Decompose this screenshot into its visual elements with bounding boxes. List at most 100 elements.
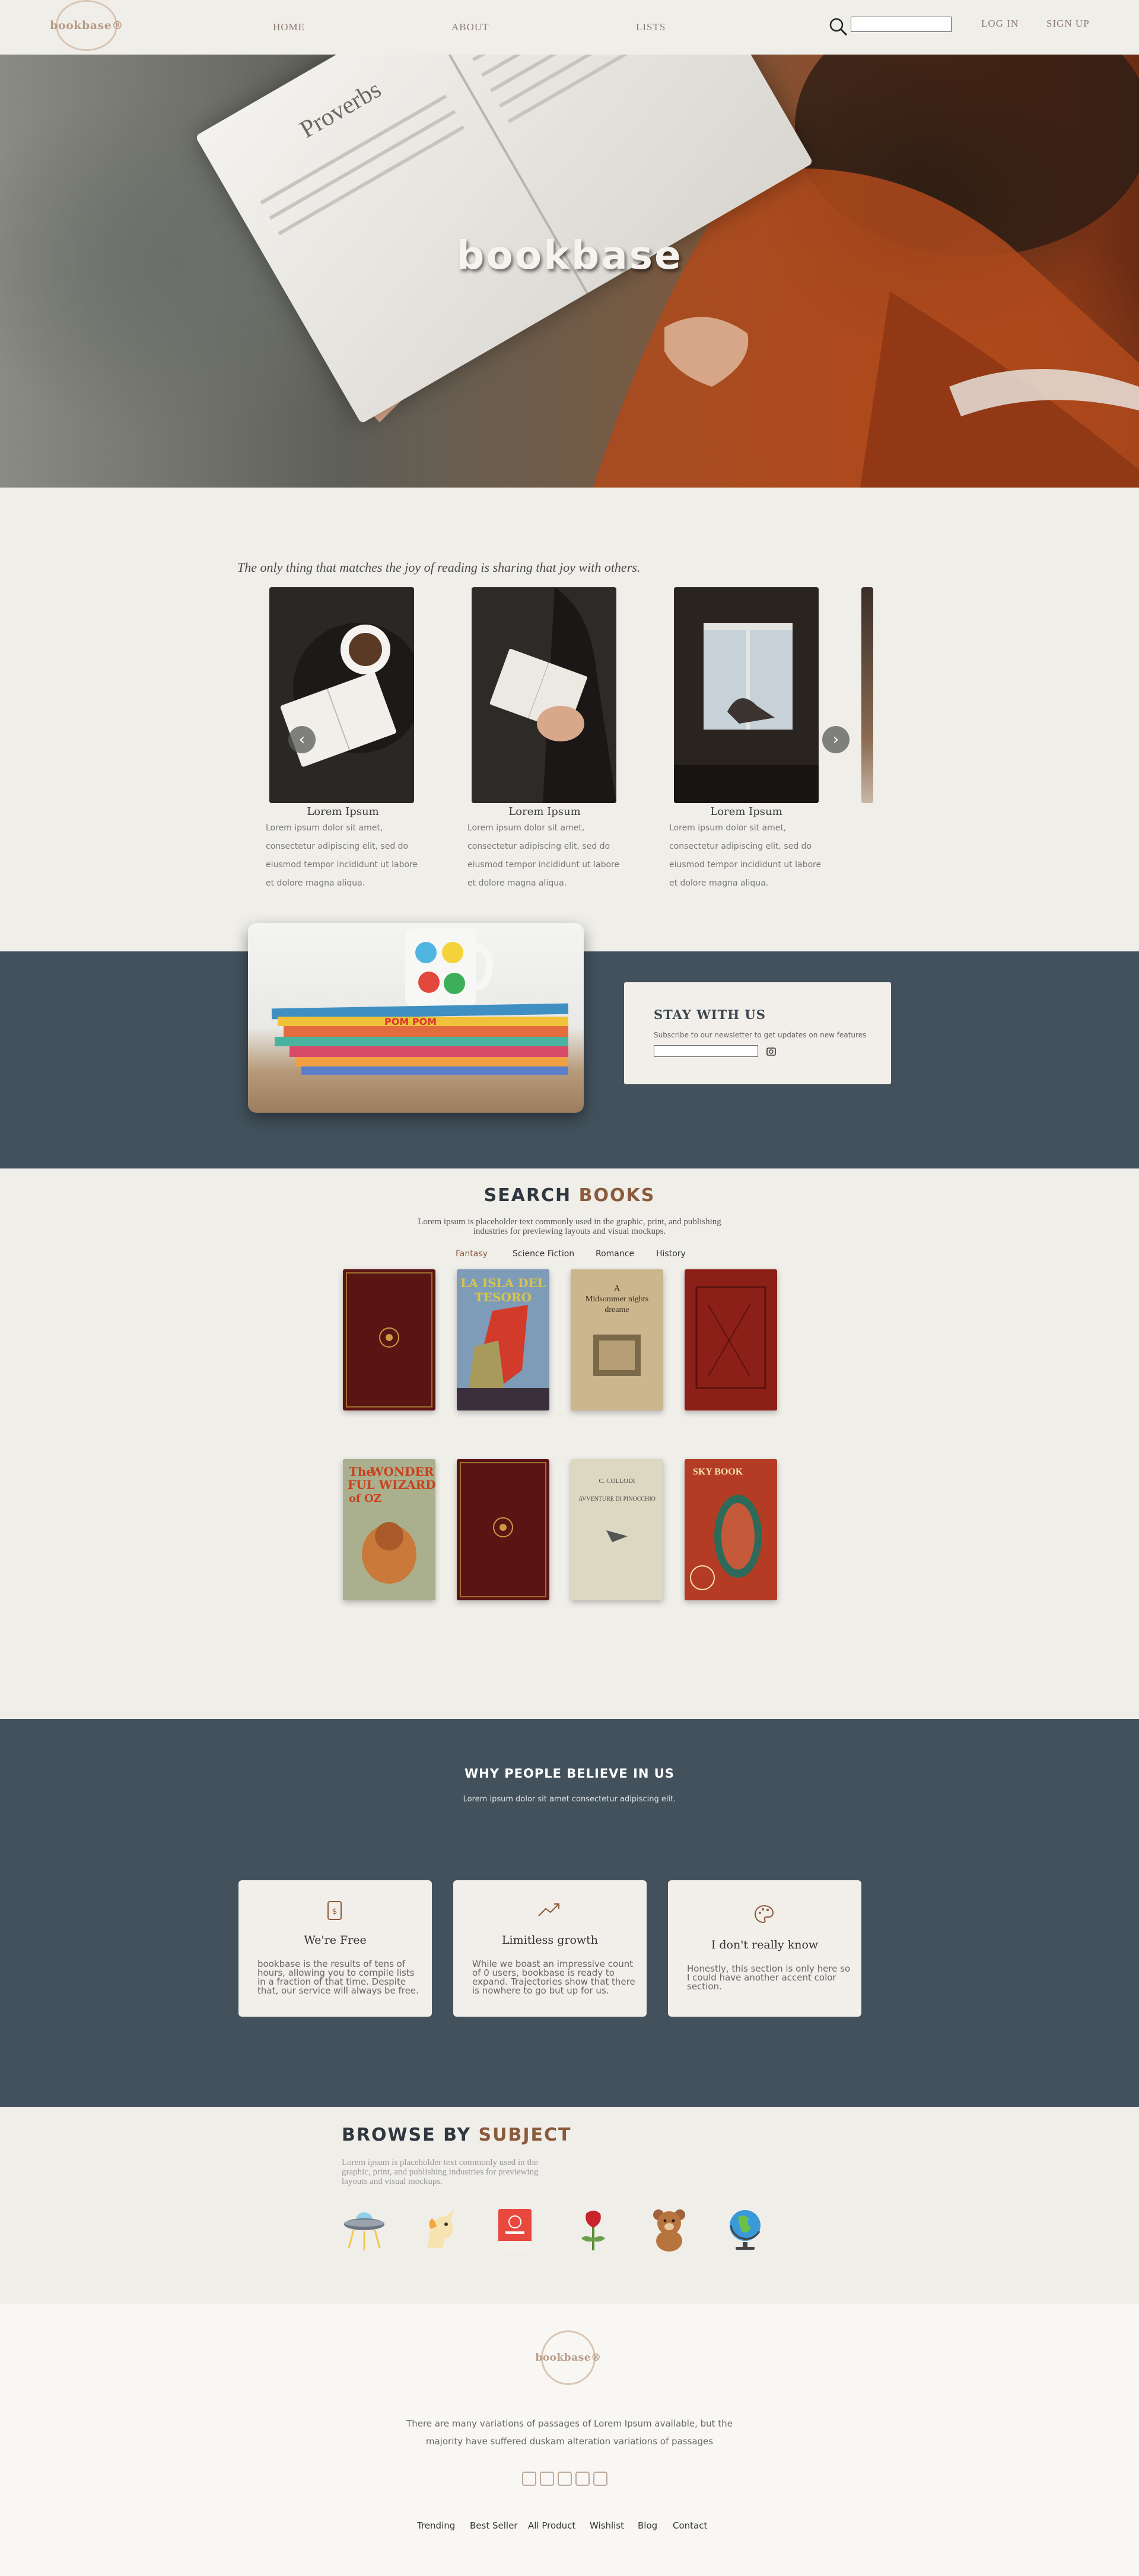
- svg-text:$: $: [332, 1907, 338, 1916]
- footer-link-all-product[interactable]: All Product: [528, 2520, 575, 2531]
- feature-line: that, our service will always be free.: [257, 1985, 419, 1996]
- book-cover-sky-book[interactable]: SKY BOOK: [685, 1459, 777, 1600]
- footer-link-wishlist[interactable]: Wishlist: [590, 2520, 624, 2531]
- book-cover-wizard-of-oz[interactable]: The WONDER FUL WIZARD of OZ: [343, 1459, 435, 1600]
- card-body: Lorem ipsum dolor sit amet, consectetur …: [669, 819, 823, 893]
- card-line: et dolore magna aliqua.: [669, 878, 769, 888]
- book-cover-treasure-island[interactable]: LA ISLA DEL TESORO: [457, 1269, 549, 1410]
- genre-tab-fantasy[interactable]: Fantasy: [456, 1249, 488, 1259]
- carousel-prev-button[interactable]: ‹: [288, 726, 316, 753]
- github-icon[interactable]: [522, 2472, 536, 2486]
- ufo-icon[interactable]: [341, 2205, 388, 2253]
- logo[interactable]: bookbase®: [50, 0, 123, 51]
- coffee-book-photo: [269, 587, 414, 803]
- instagram-icon[interactable]: [558, 2472, 572, 2486]
- feature-line: is nowhere to go but up for us.: [472, 1985, 609, 1996]
- card-title: Lorem Ipsum: [710, 805, 782, 818]
- feature-title: We're Free: [304, 1934, 367, 1947]
- window-photo: [674, 587, 819, 803]
- carousel-next-button[interactable]: ›: [822, 726, 850, 753]
- twitter-icon[interactable]: [575, 2472, 590, 2486]
- teddy-bear-icon[interactable]: [645, 2205, 693, 2253]
- book-art: The WONDER FUL WIZARD of OZ: [343, 1459, 435, 1600]
- cover-text: FUL WIZARD: [348, 1478, 435, 1492]
- genre-tab-romance[interactable]: Romance: [596, 1249, 634, 1259]
- card-line: eiusmod tempor incididunt ut labore: [669, 860, 822, 870]
- send-icon[interactable]: [765, 1045, 777, 1057]
- card-body: Lorem ipsum dolor sit amet, consectetur …: [266, 819, 420, 893]
- card-image-partial: [861, 587, 873, 803]
- browse-subject-title: BROWSE BY SUBJECT: [342, 2125, 571, 2145]
- why-subtitle: Lorem ipsum dolor sit amet consectetur a…: [463, 1795, 676, 1804]
- nav-home[interactable]: HOME: [273, 21, 305, 33]
- text-line: [278, 125, 465, 235]
- subtitle-line: graphic, print, and publishing industrie…: [342, 2167, 539, 2177]
- book-heading: Proverbs: [295, 75, 386, 144]
- card-line: Lorem ipsum dolor sit amet,: [669, 823, 787, 833]
- footer-line: There are many variations of passages of…: [406, 2418, 733, 2429]
- footer-text: There are many variations of passages of…: [0, 2415, 1139, 2450]
- newsletter-email-input[interactable]: [654, 1045, 758, 1057]
- card-line: Lorem ipsum dolor sit amet,: [266, 823, 383, 833]
- feature-title: Limitless growth: [501, 1934, 599, 1947]
- footer-logo-text: bookbase®: [535, 2352, 602, 2364]
- unicorn-icon[interactable]: [415, 2205, 463, 2253]
- mug-book-text: POM POM: [384, 1016, 437, 1027]
- title-part: SEARCH: [483, 1185, 579, 1206]
- feature-card-accent: I don't really know Honestly, this secti…: [668, 1880, 861, 2017]
- rose-icon[interactable]: [570, 2205, 617, 2253]
- text-line: [498, 55, 686, 108]
- book-art: [346, 1272, 432, 1408]
- feature-card-growth: Limitless growth While we boast an impre…: [453, 1880, 647, 2017]
- search-icon[interactable]: [828, 17, 848, 37]
- card-3[interactable]: Lorem Ipsum Lorem ipsum dolor sit amet, …: [669, 805, 823, 893]
- share-icon[interactable]: [593, 2472, 607, 2486]
- card-1[interactable]: Lorem Ipsum Lorem ipsum dolor sit amet, …: [266, 805, 420, 893]
- mug-books-illustration: POM POM: [271, 929, 569, 1075]
- card-image-window: [674, 587, 819, 803]
- book-cover[interactable]: [685, 1269, 777, 1410]
- card-image-coffee: [269, 587, 414, 803]
- card-line: consectetur adipiscing elit, sed do: [669, 842, 812, 851]
- signup-link[interactable]: SIGN UP: [1046, 18, 1090, 30]
- nav-about[interactable]: ABOUT: [451, 21, 489, 33]
- card-body: Lorem ipsum dolor sit amet, consectetur …: [467, 819, 622, 893]
- book-cover[interactable]: [343, 1269, 435, 1410]
- book-art: C. COLLODI AVVENTURE DI PINOCCHIO: [571, 1459, 663, 1600]
- book-cover[interactable]: [457, 1459, 549, 1600]
- book-cover-pinocchio[interactable]: C. COLLODI AVVENTURE DI PINOCCHIO: [571, 1459, 663, 1600]
- globe-icon[interactable]: [720, 2205, 768, 2253]
- text-line: [472, 55, 659, 62]
- linkedin-icon[interactable]: [540, 2472, 554, 2486]
- cover-text: dreame: [605, 1305, 629, 1314]
- mug-books-photo: POM POM: [248, 923, 584, 1113]
- card-line: et dolore magna aliqua.: [467, 878, 567, 888]
- feature-text: Honestly, this section is only here so I…: [687, 1964, 850, 1991]
- footer-logo[interactable]: bookbase®: [535, 2330, 601, 2385]
- footer: bookbase® There are many variations of p…: [0, 2304, 1139, 2576]
- footer-link-contact[interactable]: Contact: [673, 2520, 707, 2531]
- genre-tab-science-fiction[interactable]: Science Fiction: [513, 1249, 574, 1259]
- footer-link-blog[interactable]: Blog: [638, 2520, 657, 2531]
- book-icon[interactable]: [491, 2205, 539, 2253]
- login-link[interactable]: LOG IN: [981, 18, 1019, 30]
- card-2[interactable]: Lorem Ipsum Lorem ipsum dolor sit amet, …: [467, 805, 622, 893]
- feature-text: While we boast an impressive count of 0 …: [472, 1960, 635, 1995]
- card-line: eiusmod tempor incididunt ut labore: [266, 860, 418, 870]
- card-line: consectetur adipiscing elit, sed do: [467, 842, 610, 851]
- footer-link-trending[interactable]: Trending: [417, 2520, 455, 2531]
- reading-photo: [472, 587, 616, 803]
- search-input[interactable]: [851, 17, 952, 32]
- card-title: Lorem Ipsum: [508, 805, 581, 818]
- palette-icon: [754, 1905, 774, 1924]
- nav-lists[interactable]: LISTS: [636, 21, 666, 33]
- cover-text: AVVENTURE DI PINOCCHIO: [578, 1496, 656, 1502]
- text-line: [489, 55, 677, 93]
- cover-text: LA ISLA DEL: [460, 1276, 546, 1290]
- hero-title-wrap: bookbase: [0, 233, 1139, 278]
- book-cover-midsummer[interactable]: A Midsommer nights dreame: [571, 1269, 663, 1410]
- hero-title: bookbase: [456, 233, 683, 278]
- book-art: LA ISLA DEL TESORO: [457, 1269, 549, 1410]
- footer-link-best-seller[interactable]: Best Seller: [470, 2520, 517, 2531]
- genre-tab-history[interactable]: History: [656, 1249, 686, 1259]
